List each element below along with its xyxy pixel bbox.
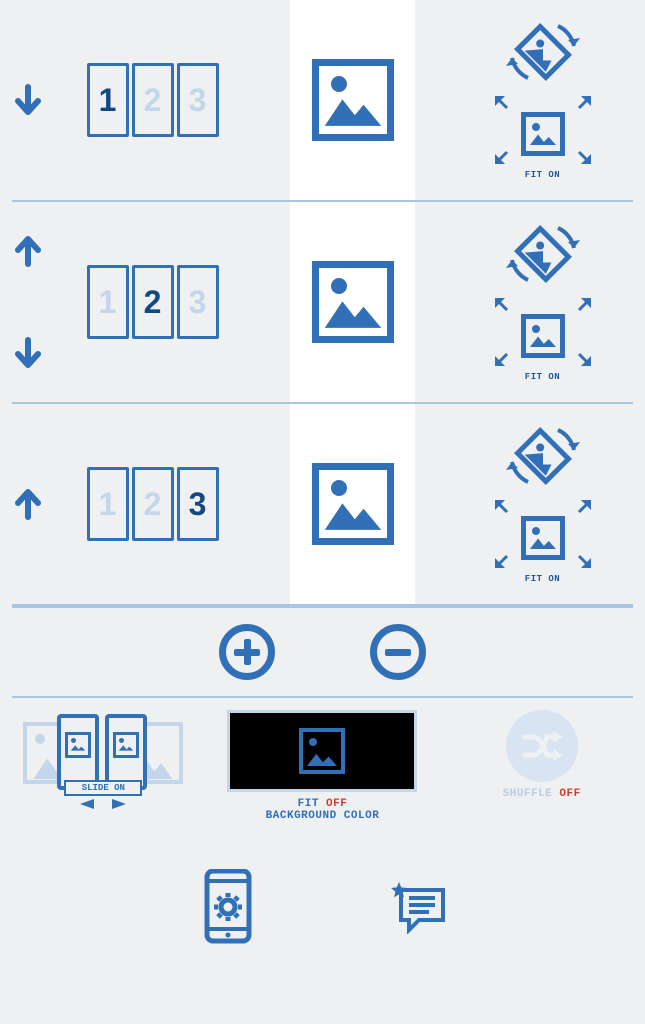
rotate-button[interactable] — [504, 222, 582, 286]
image-row-3: 123 FIT ON — [0, 404, 645, 604]
minus-icon — [385, 649, 411, 656]
slide-card-1[interactable]: 1 — [87, 63, 129, 137]
expand-br-icon — [573, 348, 593, 368]
rotate-button[interactable] — [504, 424, 582, 488]
expand-tl-icon — [493, 296, 513, 316]
slide-card-2[interactable]: 2 — [132, 265, 174, 339]
fit-thumb-icon — [521, 112, 565, 156]
expand-tr-icon — [573, 498, 593, 518]
fit-thumb-icon — [521, 314, 565, 358]
slide-card-2[interactable]: 2 — [132, 467, 174, 541]
slide-cards: 123 — [55, 467, 250, 541]
slide-option[interactable]: SLIDE ON — [11, 710, 196, 818]
expand-bl-icon — [493, 348, 513, 368]
expand-tl-icon — [493, 498, 513, 518]
image-controls: FIT ON — [455, 222, 630, 382]
slide-card-2[interactable]: 2 — [132, 63, 174, 137]
expand-tr-icon — [573, 94, 593, 114]
shuffle-label: SHUFFLE OFF — [503, 788, 581, 800]
expand-br-icon — [573, 146, 593, 166]
image-icon — [312, 59, 394, 141]
device-settings-button[interactable] — [197, 869, 259, 947]
fit-background-option[interactable]: FIT OFF BACKGROUND COLOR — [217, 710, 427, 822]
expand-tr-icon — [573, 296, 593, 316]
bottom-row — [0, 858, 645, 958]
fit-label: FIT ON — [493, 574, 593, 584]
add-remove-row — [0, 608, 645, 696]
fit-label: FIT ON — [493, 170, 593, 180]
slide-demo-icon: SLIDE ON — [23, 710, 183, 818]
fit-thumb-icon — [521, 516, 565, 560]
image-preview[interactable] — [250, 0, 455, 200]
fit-toggle[interactable]: FIT ON — [493, 498, 593, 584]
slide-card-1[interactable]: 1 — [87, 467, 129, 541]
slide-label: SLIDE ON — [64, 780, 142, 796]
review-button[interactable] — [389, 882, 449, 934]
reorder-arrows — [0, 488, 55, 520]
expand-br-icon — [573, 550, 593, 570]
remove-button[interactable] — [370, 624, 426, 680]
fit-off-label: FIT OFF BACKGROUND COLOR — [266, 798, 380, 822]
slide-cards: 123 — [55, 63, 250, 137]
image-icon — [312, 463, 394, 545]
reorder-arrows — [0, 84, 55, 116]
fit-toggle[interactable]: FIT ON — [493, 296, 593, 382]
fit-toggle[interactable]: FIT ON — [493, 94, 593, 180]
image-controls: FIT ON — [455, 424, 630, 584]
move-up-button[interactable] — [14, 488, 42, 520]
slide-card-3[interactable]: 3 — [177, 467, 219, 541]
plus-icon-v — [244, 639, 251, 665]
fit-label: FIT ON — [493, 372, 593, 382]
expand-bl-icon — [493, 146, 513, 166]
image-row-2: 123 FIT ON — [0, 202, 645, 402]
slide-arrows-icon — [78, 798, 128, 810]
move-down-button[interactable] — [14, 84, 42, 116]
slide-cards: 123 — [55, 265, 250, 339]
move-down-button[interactable] — [14, 337, 42, 369]
expand-bl-icon — [493, 550, 513, 570]
fit-screen-icon — [227, 710, 417, 792]
slide-card-3[interactable]: 3 — [177, 265, 219, 339]
shuffle-icon — [506, 710, 578, 782]
slide-phone-left-icon — [57, 714, 99, 790]
slide-phone-right-icon — [105, 714, 147, 790]
slide-card-1[interactable]: 1 — [87, 265, 129, 339]
expand-tl-icon — [493, 94, 513, 114]
image-preview[interactable] — [250, 202, 455, 402]
move-up-button[interactable] — [14, 235, 42, 267]
slide-card-3[interactable]: 3 — [177, 63, 219, 137]
image-icon — [312, 261, 394, 343]
add-button[interactable] — [219, 624, 275, 680]
shuffle-option[interactable]: SHUFFLE OFF — [449, 710, 634, 800]
options-row: SLIDE ON FIT OFF BACKGROUND COLOR — [0, 698, 645, 858]
rotate-button[interactable] — [504, 20, 582, 84]
reorder-arrows — [0, 235, 55, 369]
image-preview[interactable] — [250, 404, 455, 604]
image-controls: FIT ON — [455, 20, 630, 180]
image-row-1: 123 FIT ON — [0, 0, 645, 200]
